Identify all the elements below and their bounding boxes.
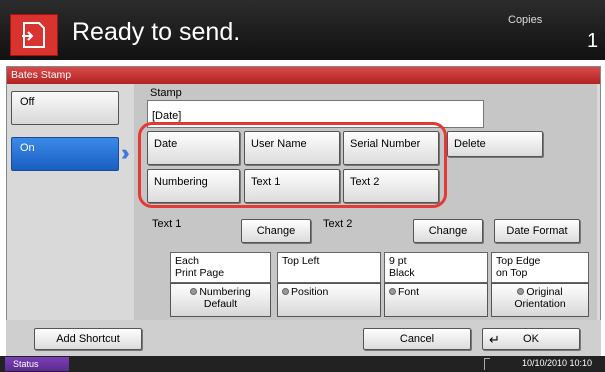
on-button[interactable]: On xyxy=(11,137,119,171)
cancel-button[interactable]: Cancel xyxy=(363,328,471,350)
radio-icon xyxy=(517,288,525,295)
numbering-value: Each Print Page xyxy=(170,252,271,283)
date-format-button[interactable]: Date Format xyxy=(494,219,580,243)
status-datetime: 10/10/2010 10:10 xyxy=(522,358,593,368)
enter-icon: ↵ xyxy=(489,332,500,347)
text1-label: Text 1 xyxy=(152,218,182,230)
orientation-value: Top Edge on Top xyxy=(491,252,589,283)
home-button[interactable] xyxy=(10,14,58,56)
text2-change-button[interactable]: Change xyxy=(413,219,483,243)
off-button[interactable]: Off xyxy=(11,91,119,125)
text2-label: Text 2 xyxy=(323,218,353,230)
memory-icon xyxy=(484,358,490,370)
font-value: 9 pt Black xyxy=(384,252,488,283)
page-title: Ready to send. xyxy=(72,18,241,46)
stamp-label: Stamp xyxy=(150,87,182,99)
document-send-icon xyxy=(22,22,45,48)
copies-count: 1 xyxy=(587,30,599,52)
position-button[interactable]: Position xyxy=(277,283,381,317)
status-button[interactable]: Status xyxy=(5,357,69,371)
original-orientation-button[interactable]: Original Orientation xyxy=(491,283,589,317)
copies-label: Copies xyxy=(508,14,543,26)
text1-change-button[interactable]: Change xyxy=(241,219,311,243)
numbering-default-button[interactable]: Numbering Default xyxy=(170,283,271,317)
highlight-frame xyxy=(138,122,447,208)
radio-icon xyxy=(282,288,289,295)
status-bar xyxy=(0,356,605,372)
position-value: Top Left xyxy=(277,252,381,283)
add-shortcut-button[interactable]: Add Shortcut xyxy=(34,328,142,350)
delete-button[interactable]: Delete xyxy=(447,131,543,157)
chevron-right-icon: ›› xyxy=(121,140,129,165)
radio-icon xyxy=(190,288,198,295)
ok-button[interactable]: ↵ OK xyxy=(482,328,580,350)
font-button[interactable]: Font xyxy=(384,283,488,317)
radio-icon xyxy=(389,288,396,295)
panel-title: Bates Stamp xyxy=(7,67,600,84)
